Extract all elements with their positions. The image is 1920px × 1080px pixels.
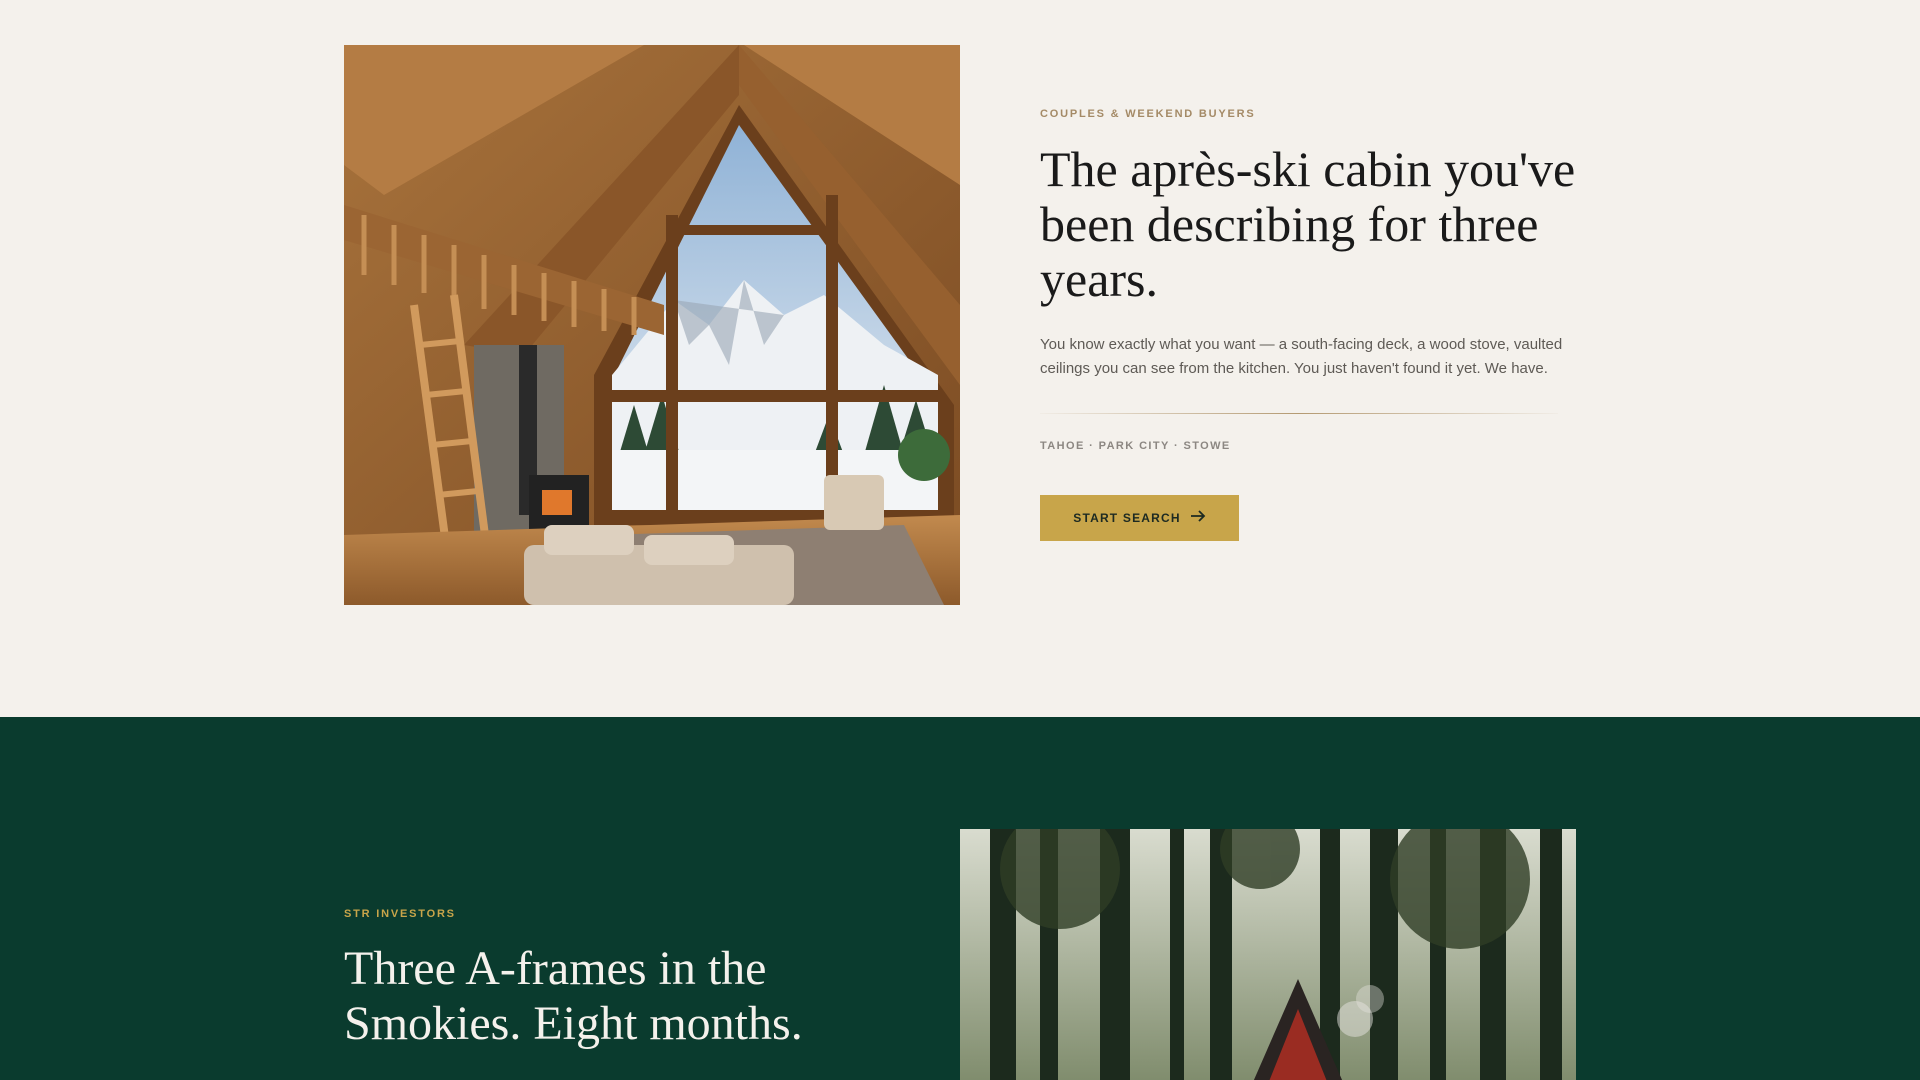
section-body-copy: You know exactly what you want — a south… [1040,336,1563,377]
section-headline-dark: Three A-frames in the Smokies. Eight mon… [344,942,803,1050]
eyebrow-label: COUPLES & WEEKEND BUYERS [1040,108,1256,120]
section-str-investors: STR INVESTORS Three A-frames in the Smok… [0,717,1920,1080]
eyebrow-label-dark: STR INVESTORS [344,908,456,920]
section-headline: The après-ski cabin you've been describi… [1040,141,1576,307]
locations-list: TAHOE · PARK CITY · STOWE [1040,440,1231,452]
arrow-right-icon [1190,509,1206,527]
start-search-button[interactable]: START SEARCH [1040,495,1239,541]
start-search-label: START SEARCH [1073,511,1181,525]
divider-rule [1040,413,1558,414]
aframe-forest-image [960,829,1576,1080]
cabin-interior-image [344,45,960,605]
section-couples: COUPLES & WEEKEND BUYERS The après-ski c… [0,0,1920,717]
